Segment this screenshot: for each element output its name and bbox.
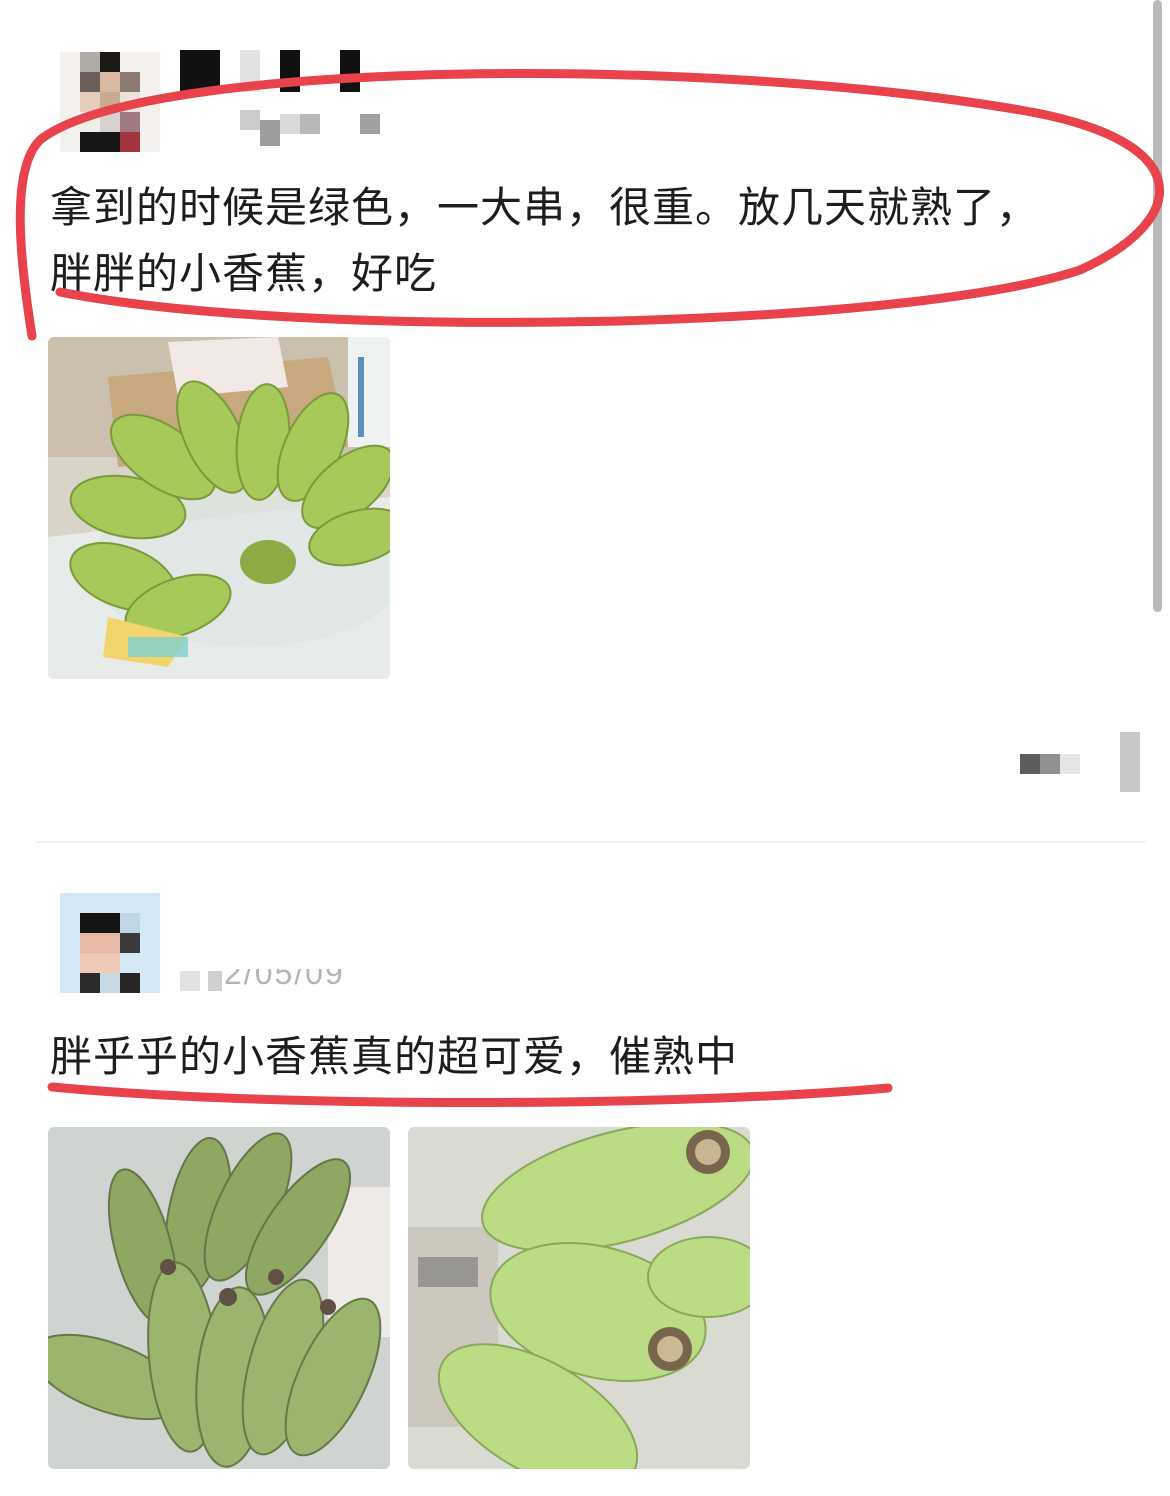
- action-blurred[interactable]: [1120, 732, 1140, 792]
- review-text-line-1: 拿到的时候是绿色，一大串，很重。放几天就熟了，: [50, 183, 1040, 232]
- avatar[interactable]: [60, 893, 160, 993]
- like-count-blurred[interactable]: [1020, 754, 1080, 774]
- review-card: 2/05/09 胖乎乎的小香蕉真的超可爱，催熟中: [0, 843, 1170, 1496]
- review-date-text: 2/05/09: [224, 955, 345, 991]
- avatar[interactable]: [60, 52, 160, 152]
- review-date: 2/05/09: [180, 965, 400, 991]
- review-photo[interactable]: [48, 1127, 390, 1469]
- review-card: 拿到的时候是绿色，一大串，很重。放几天就熟了， 胖胖的小香蕉，好吃: [0, 0, 1170, 842]
- scrollbar[interactable]: [1153, 0, 1162, 612]
- username-blurred: [180, 50, 380, 146]
- review-photo[interactable]: [48, 337, 390, 679]
- review-photo[interactable]: [408, 1127, 750, 1469]
- review-text-line-2: 胖胖的小香蕉，好吃: [50, 249, 438, 298]
- review-text: 胖乎乎的小香蕉真的超可爱，催熟中: [50, 1032, 739, 1081]
